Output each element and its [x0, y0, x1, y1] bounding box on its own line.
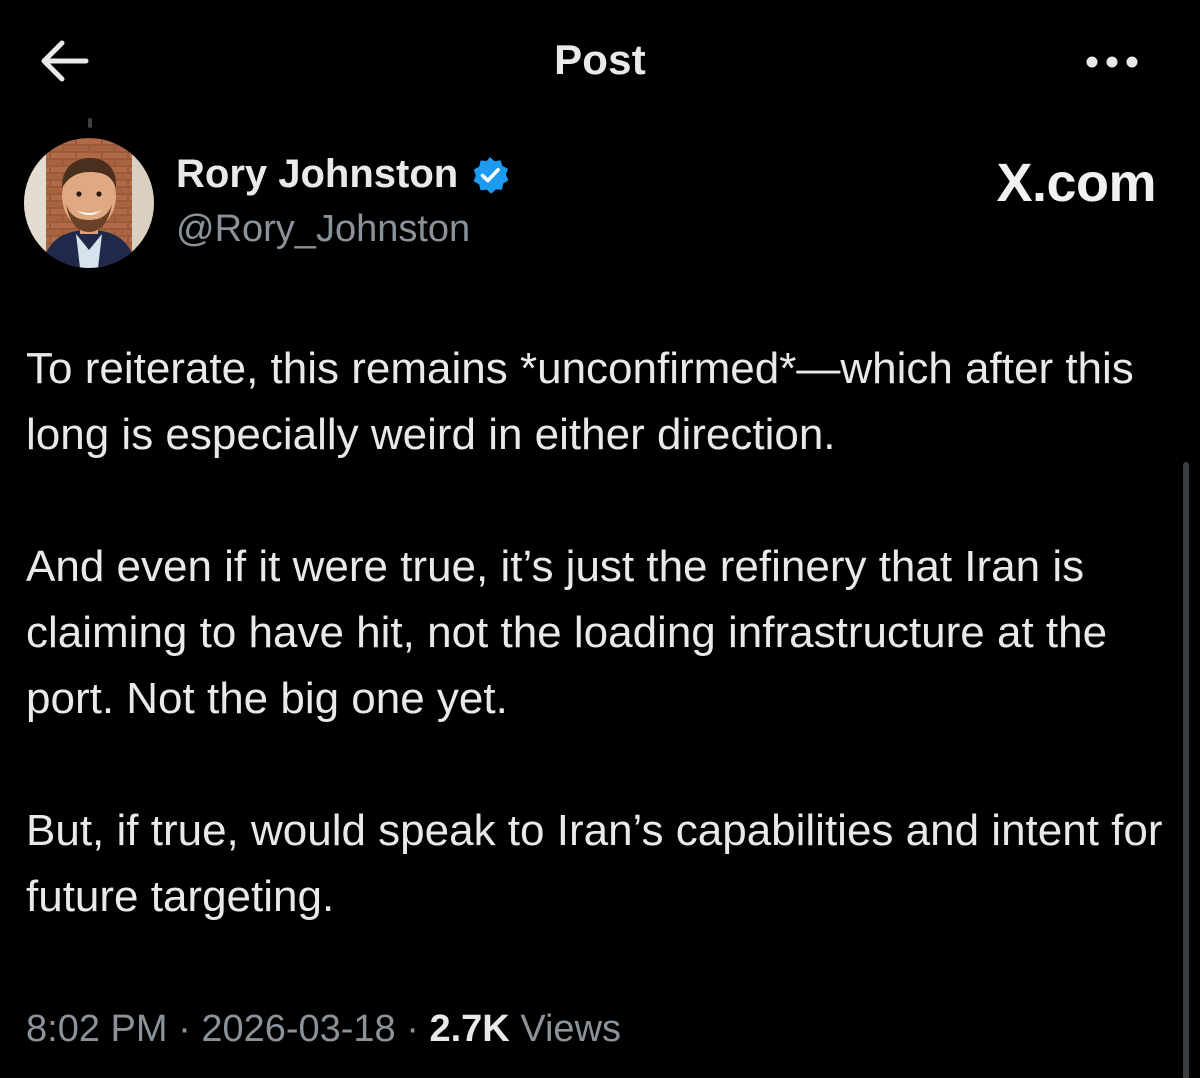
author-name[interactable]: Rory Johnston: [176, 152, 510, 197]
views-count: 2.7K: [429, 1008, 510, 1050]
post-text: To reiterate, this remains *unconfirmed*…: [26, 336, 1176, 930]
post-time[interactable]: 8:02 PM: [26, 1008, 168, 1050]
post-page: Post Rory Johnston @Rory_Johnston X.com …: [0, 0, 1200, 1078]
post-metadata: 8:02 PM · 2026-03-18 · 2.7K Views: [26, 1008, 621, 1051]
top-bar: Post: [0, 0, 1200, 120]
meta-separator: ·: [395, 1008, 430, 1050]
more-horizontal-icon: [1086, 56, 1138, 68]
post-paragraph-1: To reiterate, this remains *unconfirmed*…: [26, 344, 1134, 459]
author-handle[interactable]: @Rory_Johnston: [176, 208, 470, 251]
meta-separator: ·: [167, 1008, 202, 1050]
author-name-label: Rory Johnston: [176, 152, 459, 196]
verified-badge-icon: [473, 156, 509, 194]
avatar[interactable]: [24, 138, 154, 268]
thread-line: [88, 118, 92, 128]
post-paragraph-3: But, if true, would speak to Iran’s capa…: [26, 806, 1163, 921]
scrollbar[interactable]: [1183, 462, 1189, 1078]
post-date[interactable]: 2026-03-18: [201, 1008, 395, 1050]
post-paragraph-2: And even if it were true, it’s just the …: [26, 542, 1108, 723]
x-com-watermark: X.com: [996, 153, 1156, 213]
more-options-button[interactable]: [1080, 42, 1144, 82]
page-title: Post: [554, 36, 646, 83]
avatar-photo: [24, 138, 154, 268]
views-label: Views: [520, 1008, 622, 1050]
